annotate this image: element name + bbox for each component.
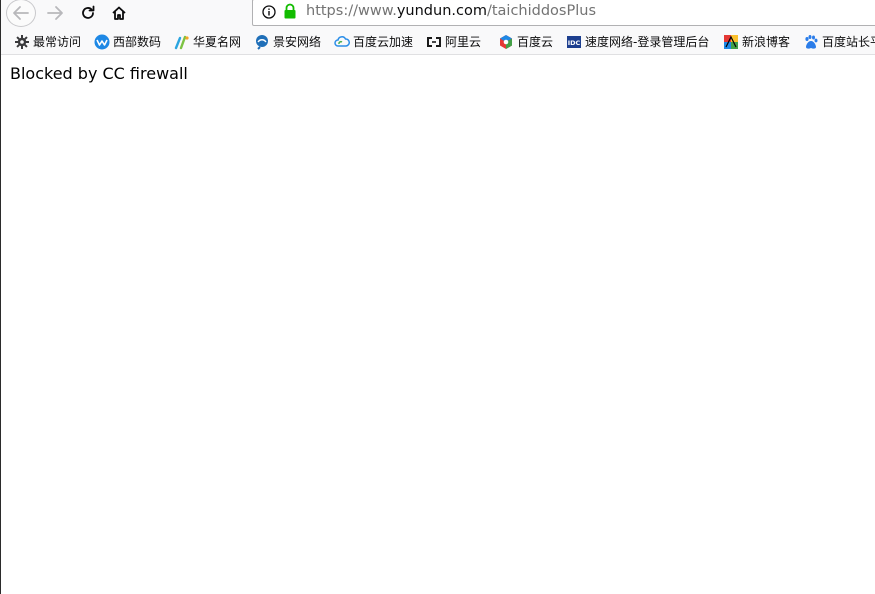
bookmark-baidu-yun-accel[interactable]: 百度云加速: [334, 32, 413, 51]
bookmark-aliyun[interactable]: 阿里云: [426, 32, 481, 51]
sina-icon: [724, 34, 738, 49]
navigation-toolbar: https://www.yundun.com/taichiddosPlus: [1, 0, 875, 28]
url-text[interactable]: https://www.yundun.com/taichiddosPlus: [306, 3, 596, 19]
bookmark-label: 百度云加速: [353, 35, 414, 49]
idc-icon: IDC: [567, 35, 581, 48]
forward-button[interactable]: [41, 0, 69, 26]
bookmark-label: 百度云: [517, 35, 554, 49]
bookmark-label: 速度网络-登录管理后台: [585, 35, 710, 49]
address-bar[interactable]: https://www.yundun.com/taichiddosPlus: [252, 0, 875, 26]
bookmark-sina-blog[interactable]: 新浪博客: [723, 32, 790, 51]
bookmarks-toolbar: 最常访问 西部数码 华夏名网 景安网络 百度云加速 阿里云 百度云 IDC 速度…: [1, 28, 875, 55]
bookmark-baidu-zhanzhang[interactable]: 百度站长平: [803, 32, 875, 51]
url-path: /taichiddosPlus: [486, 3, 596, 19]
bookmark-label: 最常访问: [33, 35, 82, 49]
url-prefix: https://www.: [306, 3, 397, 19]
bookmark-sudu-network[interactable]: IDC 速度网络-登录管理后台: [566, 32, 709, 51]
bookmark-label: 西部数码: [113, 35, 162, 49]
forward-arrow-icon: [47, 6, 63, 20]
jingan-icon: [256, 34, 268, 50]
bookmark-label: 景安网络: [273, 35, 322, 49]
west-digital-icon: [94, 34, 110, 49]
bookmark-jingan[interactable]: 景安网络: [254, 32, 321, 51]
reload-button[interactable]: [74, 0, 102, 26]
bookmark-huaxia[interactable]: 华夏名网: [174, 32, 241, 51]
back-arrow-icon: [13, 6, 29, 20]
bookmark-west-digital[interactable]: 西部数码: [94, 32, 161, 51]
browser-window: https://www.yundun.com/taichiddosPlus 最常…: [0, 0, 875, 594]
home-icon: [112, 6, 126, 20]
back-button[interactable]: [6, 0, 36, 27]
reload-icon: [82, 5, 95, 19]
home-button[interactable]: [105, 0, 133, 26]
bookmark-baidu-yun[interactable]: 百度云: [498, 32, 553, 51]
bookmark-label: 华夏名网: [193, 35, 242, 49]
url-domain: yundun.com: [396, 3, 487, 19]
svg-text:IDC: IDC: [568, 39, 581, 47]
aliyun-icon: [427, 36, 441, 47]
lock-icon[interactable]: [283, 3, 297, 20]
bookmark-label: 阿里云: [445, 35, 482, 49]
page-message: Blocked by CC firewall: [10, 64, 188, 83]
bookmark-label: 新浪博客: [742, 35, 791, 49]
bookmark-label: 百度站长平: [822, 35, 875, 49]
cloud-icon: [334, 35, 350, 47]
info-icon[interactable]: [262, 5, 276, 19]
baidu-cloud-icon: [500, 34, 512, 49]
huaxia-icon: [174, 35, 189, 49]
gear-icon: [15, 34, 29, 49]
bookmark-most-visited[interactable]: 最常访问: [14, 32, 81, 51]
baidu-paw-icon: [805, 34, 818, 49]
